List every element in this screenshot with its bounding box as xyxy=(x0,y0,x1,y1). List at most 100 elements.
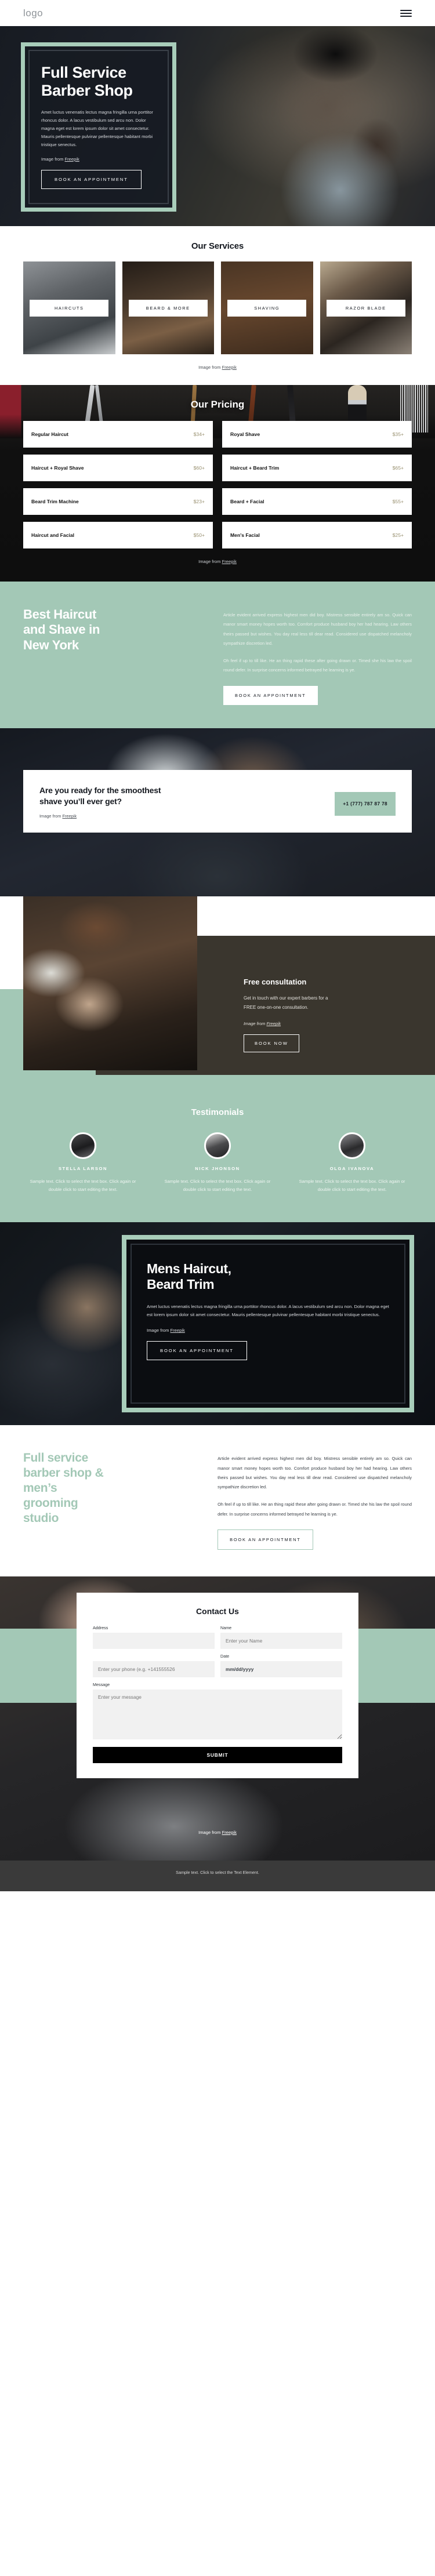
credit-prefix: Image from xyxy=(198,1829,222,1835)
avatar xyxy=(204,1132,231,1159)
freepik-link[interactable]: Freepik xyxy=(171,1328,185,1333)
pricing-image-credit: Image from Freepik xyxy=(0,559,435,564)
phone-input[interactable] xyxy=(93,1661,215,1677)
fullservice-book-appointment-button[interactable]: BOOK AN APPOINTMENT xyxy=(217,1529,313,1550)
table-row[interactable]: Haircut and Facial $50+ xyxy=(23,522,213,548)
testimonials-title: Testimonials xyxy=(191,1107,244,1117)
testimonial-item: OLGA IVANOVA Sample text. Click to selec… xyxy=(292,1132,412,1195)
service-label: SHAVING xyxy=(227,299,307,317)
table-row[interactable]: Haircut + Royal Shave $60+ xyxy=(23,455,213,481)
credit-prefix: Image from xyxy=(198,365,222,370)
contact-form: Address Name . Date xyxy=(93,1625,342,1763)
service-card-haircuts[interactable]: HAIRCUTS xyxy=(23,261,115,354)
hero-book-appointment-button[interactable]: BOOK AN APPOINTMENT xyxy=(41,169,142,189)
price-name: Regular Haircut xyxy=(31,431,68,437)
freepik-link[interactable]: Freepik xyxy=(222,1830,237,1835)
hamburger-menu-icon[interactable] xyxy=(400,9,412,17)
freepik-link[interactable]: Freepik xyxy=(62,813,77,819)
fs-title-line1: Full service xyxy=(23,1451,88,1465)
service-card-shaving[interactable]: SHAVING xyxy=(221,261,313,354)
testimonials-grid: STELLA LARSON Sample text. Click to sele… xyxy=(23,1132,412,1195)
price-name: Haircut + Royal Shave xyxy=(31,465,84,471)
testimonial-text: Sample text. Click to select the text bo… xyxy=(299,1178,405,1193)
freepik-link[interactable]: Freepik xyxy=(266,1021,281,1026)
contact-row-1: Address Name xyxy=(93,1625,342,1649)
landing-page: logo Full Service Barber Shop Amet luctu… xyxy=(0,0,435,1891)
fs-title-line5: studio xyxy=(23,1512,59,1525)
mens-frame-inner: Mens Haircut, Beard Trim Amet luctus ven… xyxy=(130,1244,405,1404)
best-haircut-right: Article evident arrived express highest … xyxy=(223,607,412,705)
fullservice-left: Full service barber shop & men’s groomin… xyxy=(23,1451,202,1550)
consultation-paragraph: Get in touch with our expert barbers for… xyxy=(244,994,412,1013)
service-card-razor-blade[interactable]: RAZOR BLADE xyxy=(320,261,412,354)
consultation-paragraph-line2: FREE one-on-one consultation. xyxy=(244,1005,309,1011)
best-title-line2: and Shave in xyxy=(23,622,100,637)
name-input[interactable] xyxy=(220,1632,342,1649)
service-label: BEARD & MORE xyxy=(128,299,208,317)
mens-book-appointment-button[interactable]: BOOK AN APPOINTMENT xyxy=(147,1341,247,1361)
price-name: Beard Trim Machine xyxy=(31,499,79,504)
fs-title-line2: barber shop & xyxy=(23,1466,104,1480)
pricing-grid: Regular Haircut $34+ Royal Shave $35+ Ha… xyxy=(0,421,435,548)
price-value: $23+ xyxy=(193,499,205,504)
best-book-appointment-button[interactable]: BOOK AN APPOINTMENT xyxy=(223,685,318,705)
logo[interactable]: logo xyxy=(23,8,43,19)
table-row[interactable]: Men's Facial $25+ xyxy=(222,522,412,548)
pricing-content: Our Pricing Regular Haircut $34+ Royal S… xyxy=(0,399,435,564)
shave-cta-text: Are you ready for the smoothest shave yo… xyxy=(39,785,161,819)
mens-haircut-section: Mens Haircut, Beard Trim Amet luctus ven… xyxy=(0,1222,435,1426)
contact-section: Contact Us Address Name . xyxy=(0,1576,435,1861)
phone-field-group: . xyxy=(93,1654,215,1677)
shave-cta-title: Are you ready for the smoothest shave yo… xyxy=(39,785,161,807)
message-field-group: Message xyxy=(93,1682,342,1742)
hero-frame-inner: Full Service Barber Shop Amet luctus ven… xyxy=(28,50,169,204)
phone-number-button[interactable]: +1 (777) 787 87 78 xyxy=(335,791,396,816)
message-textarea[interactable] xyxy=(93,1689,342,1739)
table-row[interactable]: Beard Trim Machine $23+ xyxy=(23,488,213,515)
address-label: Address xyxy=(93,1625,108,1630)
best-paragraph-2: Oh feel if up to till like. He an thing … xyxy=(223,658,412,673)
hero-image-credit: Image from Freepik xyxy=(41,157,156,162)
message-label: Message xyxy=(93,1681,110,1687)
table-row[interactable]: Royal Shave $35+ xyxy=(222,421,412,448)
price-value: $55+ xyxy=(392,499,404,504)
address-input[interactable] xyxy=(93,1632,215,1649)
shave-cta-card: Are you ready for the smoothest shave yo… xyxy=(23,769,412,833)
credit-prefix: Image from xyxy=(244,1021,267,1027)
freepik-link[interactable]: Freepik xyxy=(222,559,237,564)
hero-section: Full Service Barber Shop Amet luctus ven… xyxy=(0,26,435,226)
hero-frame: Full Service Barber Shop Amet luctus ven… xyxy=(21,42,176,212)
hero-content: Full Service Barber Shop Amet luctus ven… xyxy=(0,26,435,212)
hamburger-line xyxy=(400,12,412,14)
hamburger-line xyxy=(400,9,412,11)
date-input[interactable] xyxy=(220,1661,342,1677)
services-image-credit: Image from Freepik xyxy=(0,365,435,370)
contact-form-card: Contact Us Address Name . xyxy=(77,1592,358,1778)
contact-row-2: . Date xyxy=(93,1654,342,1677)
avatar xyxy=(70,1132,96,1159)
table-row[interactable]: Beard + Facial $55+ xyxy=(222,488,412,515)
fullservice-title: Full service barber shop & men’s groomin… xyxy=(23,1451,202,1526)
hero-title-line1: Full Service xyxy=(41,64,126,81)
service-card-beard-and-more[interactable]: BEARD & MORE xyxy=(122,261,214,354)
price-value: $35+ xyxy=(392,431,404,437)
table-row[interactable]: Regular Haircut $34+ xyxy=(23,421,213,448)
hero-title-line2: Barber Shop xyxy=(41,82,133,100)
submit-button[interactable]: SUBMIT xyxy=(93,1746,342,1763)
fs-title-line4: grooming xyxy=(23,1496,78,1510)
consultation-paragraph-line1: Get in touch with our expert barbers for… xyxy=(244,995,328,1001)
site-footer: Sample text. Click to select the Text El… xyxy=(0,1860,435,1891)
price-value: $50+ xyxy=(193,532,205,538)
book-now-button[interactable]: BOOK NOW xyxy=(244,1034,299,1053)
freepik-link[interactable]: Freepik xyxy=(222,365,237,370)
freepik-link[interactable]: Freepik xyxy=(65,157,79,162)
fullservice-paragraph-2: Oh feel if up to till like. He an thing … xyxy=(217,1502,412,1517)
table-row[interactable]: Haircut + Beard Trim $65+ xyxy=(222,455,412,481)
best-paragraph-1: Article evident arrived express highest … xyxy=(223,612,412,646)
credit-prefix: Image from xyxy=(39,813,63,819)
contact-title: Contact Us xyxy=(196,1606,239,1616)
name-field-group: Name xyxy=(220,1625,342,1649)
services-grid: HAIRCUTS BEARD & MORE SHAVING RAZOR BLAD… xyxy=(0,261,435,354)
testimonial-name: NICK JHONSON xyxy=(195,1165,240,1171)
testimonial-item: NICK JHONSON Sample text. Click to selec… xyxy=(158,1132,277,1195)
